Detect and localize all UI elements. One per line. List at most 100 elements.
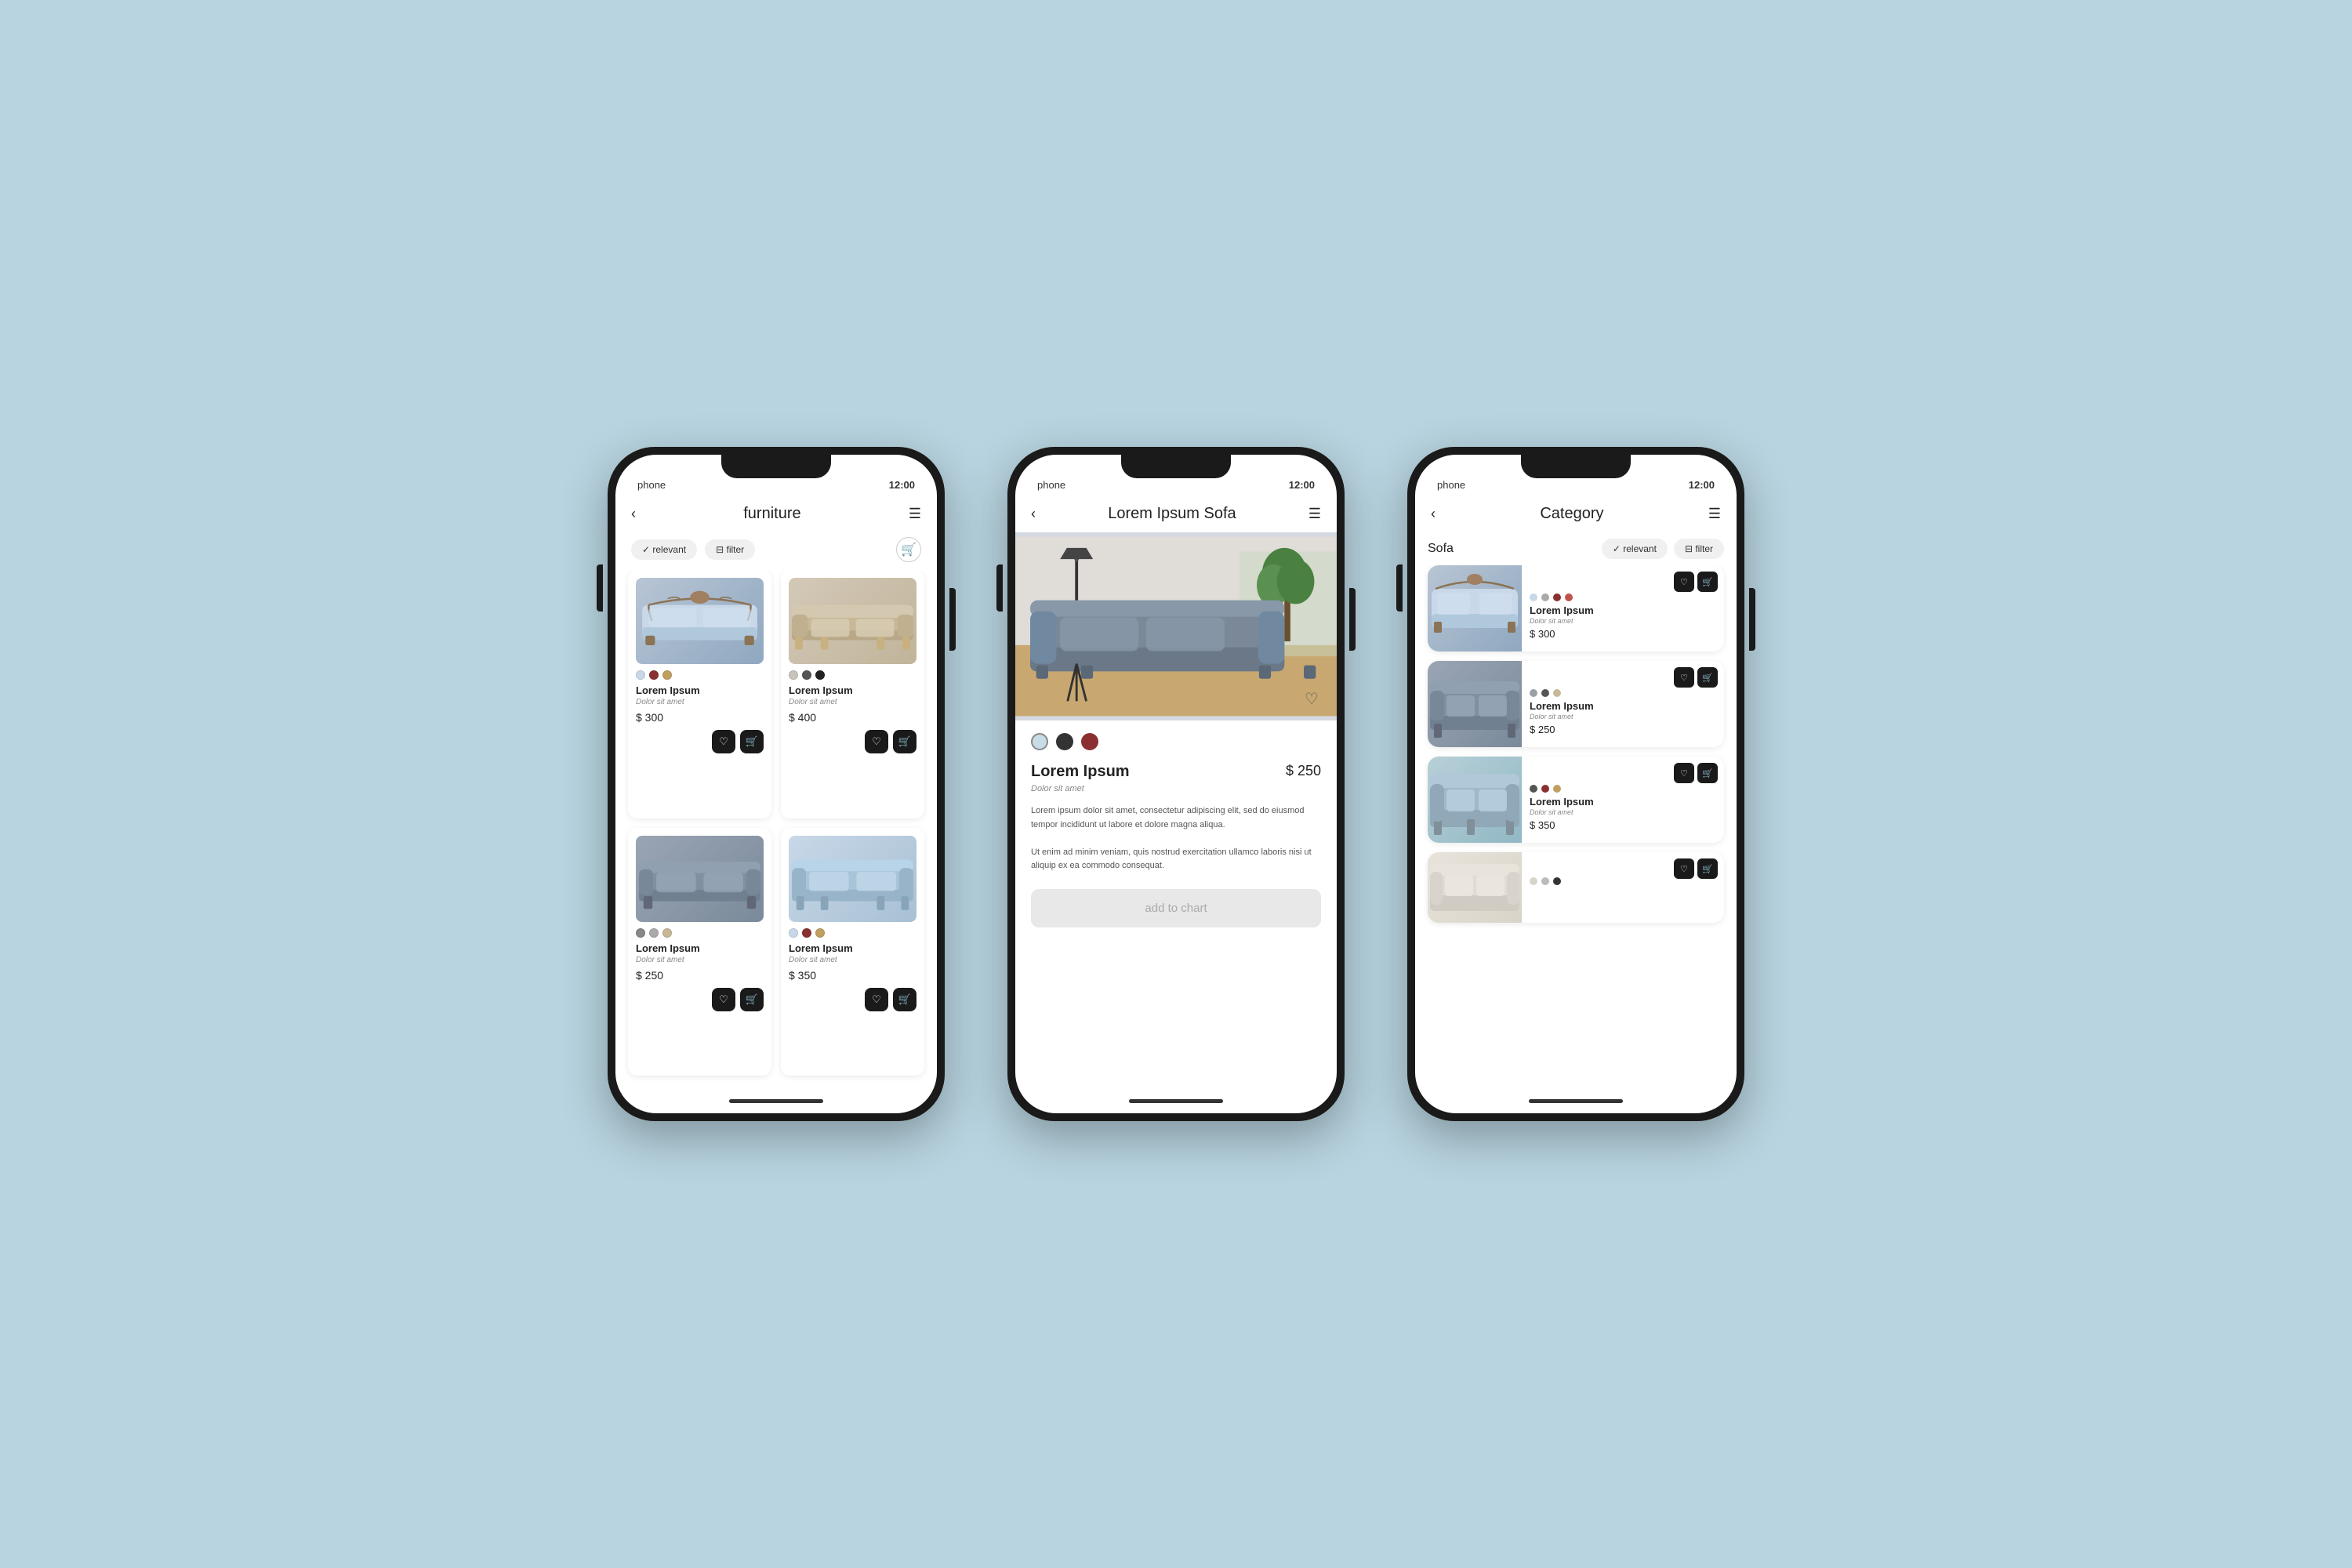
cat-cart-1[interactable]: 🛒 (1697, 667, 1718, 688)
cat-wishlist-1[interactable]: ♡ (1674, 667, 1694, 688)
category-info-2: ♡ 🛒 Lorem Ipsum Dolor sit amet $ 350 (1522, 757, 1724, 843)
back-button-1[interactable]: ‹ (631, 506, 636, 522)
color-dot-1-0[interactable] (789, 670, 798, 680)
cat-wishlist-3[interactable]: ♡ (1674, 858, 1694, 879)
cart-btn-2[interactable]: 🛒 (740, 988, 764, 1011)
product-colors-2 (636, 928, 764, 938)
product-card-1[interactable]: Lorem Ipsum Dolor sit amet $ 400 ♡ 🛒 (781, 570, 924, 818)
color-dot-2-2[interactable] (662, 928, 672, 938)
product-card-3[interactable]: Lorem Ipsum Dolor sit amet $ 350 ♡ 🛒 (781, 828, 924, 1076)
cat-colors-0 (1530, 593, 1716, 601)
product-card-0[interactable]: Lorem Ipsum Dolor sit amet $ 300 ♡ 🛒 (628, 570, 771, 818)
cat-dot-0-2[interactable] (1553, 593, 1561, 601)
product-price-0: $ 300 (636, 711, 764, 724)
cat-wishlist-2[interactable]: ♡ (1674, 763, 1694, 783)
cat-cart-2[interactable]: 🛒 (1697, 763, 1718, 783)
back-button-2[interactable]: ‹ (1031, 506, 1036, 522)
wishlist-btn-3[interactable]: ♡ (865, 988, 888, 1011)
category-card-1[interactable]: ♡ 🛒 Lorem Ipsum Dolor sit amet $ 250 (1428, 661, 1724, 747)
color-dot-1-2[interactable] (815, 670, 825, 680)
carrier-2: phone (1037, 479, 1065, 491)
cat-dot-0-1[interactable] (1541, 593, 1549, 601)
category-card-0[interactable]: ♡ 🛒 Lorem Ipsum Dolor sit amet $ 300 (1428, 565, 1724, 652)
notch-2 (1121, 455, 1231, 478)
color-dot-0-2[interactable] (662, 670, 672, 680)
detail-color-1[interactable] (1056, 733, 1073, 750)
cat-dot-1-1[interactable] (1541, 689, 1549, 697)
color-dot-3-0[interactable] (789, 928, 798, 938)
product-card-2[interactable]: Lorem Ipsum Dolor sit amet $ 250 ♡ 🛒 (628, 828, 771, 1076)
product-img-2 (636, 836, 764, 922)
cat-colors-2 (1530, 785, 1716, 793)
cat-wishlist-0[interactable]: ♡ (1674, 572, 1694, 592)
detail-product-price: $ 250 (1286, 763, 1321, 779)
add-to-cart-button[interactable]: add to chart (1031, 889, 1321, 927)
category-filter-bar: Sofa ✓ relevant ⊟ filter (1415, 532, 1737, 565)
cat-dot-2-1[interactable] (1541, 785, 1549, 793)
color-dot-0-0[interactable] (636, 670, 645, 680)
cat-card-actions-2: ♡ 🛒 (1674, 763, 1718, 783)
cart-icon-1[interactable]: 🛒 (896, 537, 921, 562)
product-colors-1 (789, 670, 916, 680)
menu-button-3[interactable]: ☰ (1708, 506, 1721, 522)
cat-card-actions-3: ♡ 🛒 (1674, 858, 1718, 879)
detail-colors (1031, 733, 1321, 750)
wishlist-btn-1[interactable]: ♡ (865, 730, 888, 753)
cat-dot-3-1[interactable] (1541, 877, 1549, 885)
product-sub-1: Dolor sit amet (789, 698, 916, 706)
wishlist-btn-0[interactable]: ♡ (712, 730, 735, 753)
cat-dot-2-2[interactable] (1553, 785, 1561, 793)
cat-dot-3-0[interactable] (1530, 877, 1537, 885)
back-button-3[interactable]: ‹ (1431, 506, 1436, 522)
cat-name-0: Lorem Ipsum (1530, 604, 1716, 616)
filter-btn-1[interactable]: ⊟ filter (705, 539, 755, 560)
color-dot-2-0[interactable] (636, 928, 645, 938)
cat-price-0: $ 300 (1530, 628, 1716, 640)
nav-bar-2: ‹ Lorem Ipsum Sofa ☰ (1015, 495, 1337, 532)
home-bar-1 (729, 1099, 823, 1103)
cat-sub-0: Dolor sit amet (1530, 617, 1716, 625)
category-card-2[interactable]: ♡ 🛒 Lorem Ipsum Dolor sit amet $ 350 (1428, 757, 1724, 843)
home-bar-3 (1529, 1099, 1623, 1103)
cat-filter-btn[interactable]: ⊟ filter (1674, 539, 1724, 559)
detail-color-0[interactable] (1031, 733, 1048, 750)
cat-dot-1-0[interactable] (1530, 689, 1537, 697)
product-colors-3 (789, 928, 916, 938)
cart-symbol-1: 🛒 (901, 542, 916, 557)
home-indicator-2 (1015, 1088, 1337, 1113)
color-dot-3-1[interactable] (802, 928, 811, 938)
category-info-0: ♡ 🛒 Lorem Ipsum Dolor sit amet $ 300 (1522, 565, 1724, 652)
cat-sub-1: Dolor sit amet (1530, 713, 1716, 720)
cat-name-2: Lorem Ipsum (1530, 796, 1716, 808)
cat-dot-2-0[interactable] (1530, 785, 1537, 793)
color-dot-3-2[interactable] (815, 928, 825, 938)
cat-cart-3[interactable]: 🛒 (1697, 858, 1718, 879)
product-name-1: Lorem Ipsum (789, 684, 916, 696)
cat-sub-2: Dolor sit amet (1530, 808, 1716, 816)
cat-dot-3-2[interactable] (1553, 877, 1561, 885)
category-card-3[interactable]: ♡ 🛒 (1428, 852, 1724, 923)
color-dot-0-1[interactable] (649, 670, 659, 680)
cat-name-1: Lorem Ipsum (1530, 700, 1716, 712)
cat-dot-0-0[interactable] (1530, 593, 1537, 601)
cart-btn-1[interactable]: 🛒 (893, 730, 916, 753)
nav-title-1: furniture (743, 505, 800, 523)
detail-heart-btn[interactable]: ♡ (1299, 686, 1324, 711)
product-price-3: $ 350 (789, 969, 916, 982)
cat-relevant-filter[interactable]: ✓ relevant (1602, 539, 1668, 559)
menu-button-1[interactable]: ☰ (909, 506, 921, 522)
wishlist-btn-2[interactable]: ♡ (712, 988, 735, 1011)
cart-btn-3[interactable]: 🛒 (893, 988, 916, 1011)
cat-cart-0[interactable]: 🛒 (1697, 572, 1718, 592)
color-dot-1-1[interactable] (802, 670, 811, 680)
cat-price-2: $ 350 (1530, 819, 1716, 831)
cart-btn-0[interactable]: 🛒 (740, 730, 764, 753)
detail-color-2[interactable] (1081, 733, 1098, 750)
cat-dot-0-3[interactable] (1565, 593, 1573, 601)
product-sub-2: Dolor sit amet (636, 956, 764, 964)
menu-button-2[interactable]: ☰ (1308, 506, 1321, 522)
relevant-filter-1[interactable]: ✓ relevant (631, 539, 697, 560)
color-dot-2-1[interactable] (649, 928, 659, 938)
cat-dot-1-2[interactable] (1553, 689, 1561, 697)
detail-product-sub: Dolor sit amet (1031, 784, 1321, 793)
